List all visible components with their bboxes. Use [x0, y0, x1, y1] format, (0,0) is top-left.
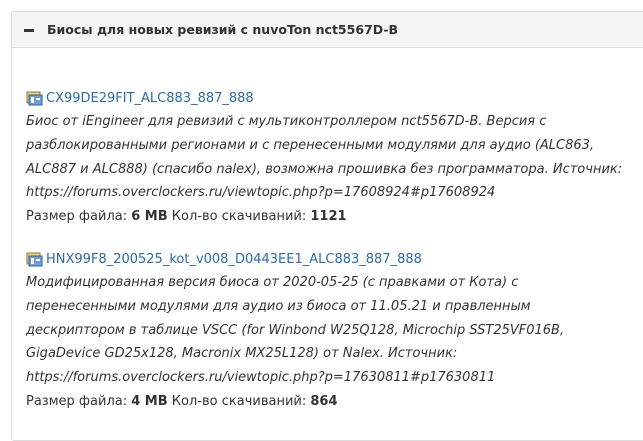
downloads-label: Кол-во скачиваний: [171, 393, 307, 409]
file-title-line: HNX99F8_200525_kot_v008_D0443EE1_ALC883_… [26, 249, 643, 270]
size-value: 4 MB [131, 393, 168, 409]
file-meta: Размер файла: 6 MB Кол-во скачиваний: 11… [26, 205, 643, 229]
archive-file-icon [26, 252, 43, 267]
archive-file-icon [26, 91, 43, 106]
file-download-link[interactable]: HNX99F8_200525_kot_v008_D0443EE1_ALC883_… [46, 252, 422, 267]
downloads-label: Кол-во скачиваний: [171, 209, 307, 225]
downloads-count: 1121 [310, 209, 347, 225]
size-label: Размер файла: [26, 393, 128, 409]
file-entry: HNX99F8_200525_kot_v008_D0443EE1_ALC883_… [26, 249, 643, 414]
bios-section-panel: Биосы для новых ревизий с nuvoTon nct556… [11, 11, 643, 441]
file-description: Модифицированная версия биоса от 2020-05… [26, 274, 565, 386]
size-value: 6 MB [131, 209, 168, 225]
file-meta: Размер файла: 4 MB Кол-во скачиваний: 86… [26, 390, 643, 414]
section-body: CX99DE29FIT_ALC883_887_888 Биос от iEngi… [12, 48, 643, 414]
file-description: Биос от iEngineer для ревизий с мультико… [26, 114, 623, 201]
minus-icon[interactable] [24, 28, 34, 32]
section-header[interactable]: Биосы для новых ревизий с nuvoTon nct556… [12, 12, 643, 48]
file-entry: CX99DE29FIT_ALC883_887_888 Биос от iEngi… [26, 88, 643, 229]
size-label: Размер файла: [26, 209, 128, 225]
file-title-line: CX99DE29FIT_ALC883_887_888 [26, 88, 643, 109]
section-title: Биосы для новых ревизий с nuvoTon nct556… [47, 22, 399, 37]
downloads-count: 864 [310, 393, 338, 409]
file-download-link[interactable]: CX99DE29FIT_ALC883_887_888 [46, 91, 254, 106]
